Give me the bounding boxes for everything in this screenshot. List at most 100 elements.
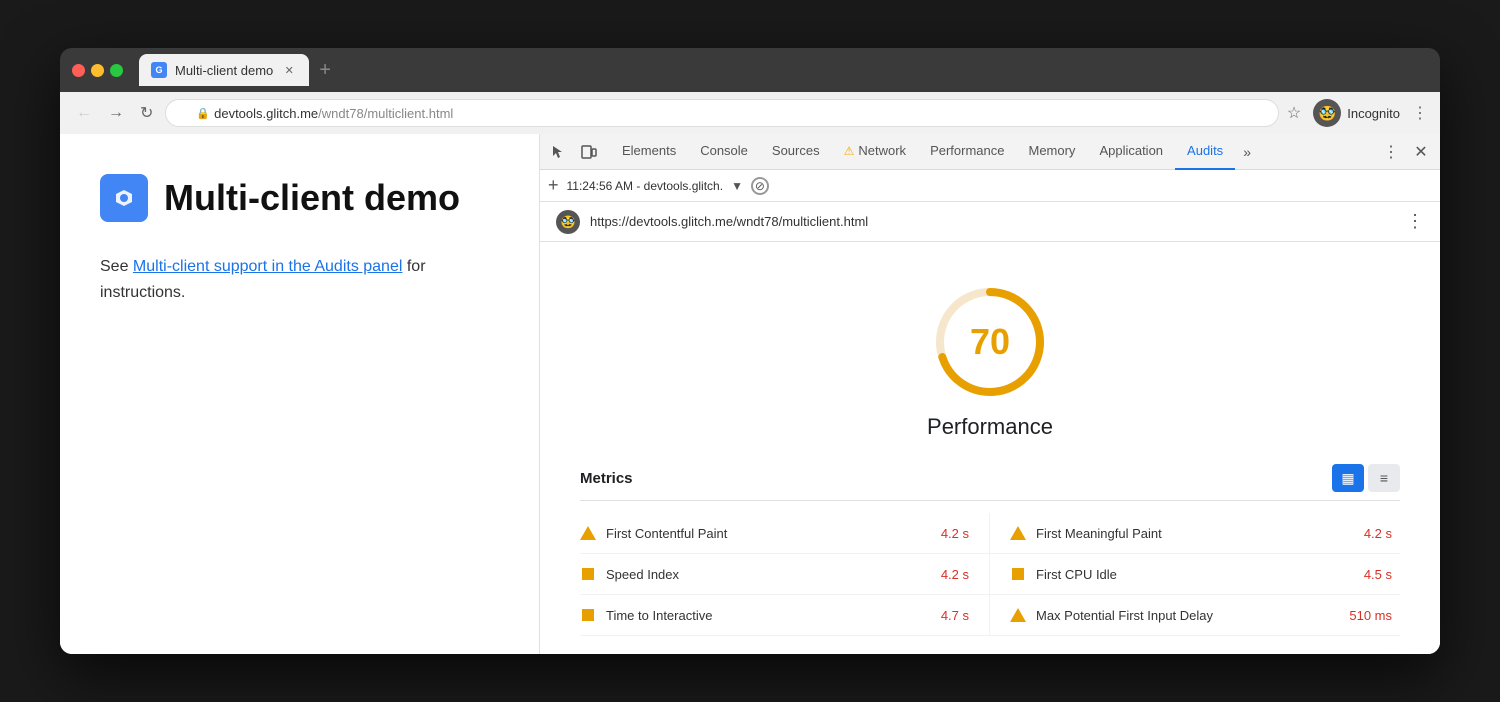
audit-timestamp: 11:24:56 AM - devtools.glitch. [567,179,724,193]
tab-title: Multi-client demo [175,63,273,78]
mpfid-name: Max Potential First Input Delay [1036,608,1339,623]
metrics-header: Metrics ▦ ≡ [580,464,1400,501]
address-bar: ← → ↻ 🔒 devtools.glitch.me/wndt78/multic… [60,92,1440,134]
audits-panel-link[interactable]: Multi-client support in the Audits panel [133,258,402,275]
tab-console[interactable]: Console [688,134,760,170]
tab-performance[interactable]: Performance [918,134,1016,170]
tti-icon [580,607,596,623]
maximize-traffic-light[interactable] [110,64,123,77]
incognito-icon: 🥸 [1313,99,1341,127]
glitch-logo [100,174,148,222]
title-bar: G Multi-client demo ✕ + [60,48,1440,92]
fcp-name: First Contentful Paint [606,526,931,541]
mpfid-value: 510 ms [1349,608,1392,623]
tab-console-label: Console [700,143,748,158]
metric-mpfid: Max Potential First Input Delay 510 ms [990,595,1400,636]
metric-tti: Time to Interactive 4.7 s [580,595,990,636]
tab-sources-label: Sources [772,143,820,158]
devtools-actions: ⋮ ✕ [1378,139,1434,165]
incognito-label: Incognito [1347,106,1400,121]
devtools-more-button[interactable]: ⋮ [1378,139,1404,165]
tab-audits[interactable]: Audits [1175,134,1235,170]
tab-favicon: G [151,62,167,78]
devtools-panel: Elements Console Sources ⚠ Network Perfo… [540,134,1440,654]
url-path: /wndt78/multiclient.html [318,106,453,121]
metrics-title: Metrics [580,470,633,487]
devtools-tabs: Elements Console Sources ⚠ Network Perfo… [610,134,1378,170]
address-text: devtools.glitch.me/wndt78/multiclient.ht… [214,106,453,121]
lock-icon: 🔒 [196,107,210,120]
tab-close-button[interactable]: ✕ [281,62,297,78]
triangle-icon-2 [1010,526,1026,540]
si-icon [580,566,596,582]
triangle-icon-3 [1010,608,1026,622]
devtools-close-button[interactable]: ✕ [1408,139,1434,165]
active-tab[interactable]: G Multi-client demo ✕ [139,54,309,86]
page-content: Multi-client demo See Multi-client suppo… [60,134,540,654]
device-toolbar-icon[interactable] [576,139,602,165]
tab-elements[interactable]: Elements [610,134,688,170]
devtools-sub-toolbar: + 11:24:56 AM - devtools.glitch. ▼ ⊘ [540,170,1440,202]
tab-audits-label: Audits [1187,143,1223,158]
network-warning-icon: ⚠ [844,144,855,158]
audit-url-bar: 🥸 https://devtools.glitch.me/wndt78/mult… [540,202,1440,242]
page-header: Multi-client demo [100,174,499,222]
audit-url-more-button[interactable]: ⋮ [1406,211,1424,232]
close-traffic-light[interactable] [72,64,85,77]
square-icon-3 [582,609,594,621]
refresh-button[interactable]: ↻ [136,99,157,127]
audit-url-favicon: 🥸 [556,210,580,234]
cursor-svg [551,144,567,160]
add-audit-button[interactable]: + [548,175,559,196]
incognito-button[interactable]: 🥸 Incognito [1313,99,1400,127]
minimize-traffic-light[interactable] [91,64,104,77]
list-view-button[interactable]: ≡ [1368,464,1400,492]
tab-application-label: Application [1099,143,1163,158]
forward-button[interactable]: → [104,100,128,126]
grid-view-button[interactable]: ▦ [1332,464,1364,492]
metric-fmp: First Meaningful Paint 4.2 s [990,513,1400,554]
score-section: 70 Performance [570,262,1410,464]
star-icon[interactable]: ☆ [1287,103,1301,123]
metrics-grid: First Contentful Paint 4.2 s First Meani… [580,513,1400,636]
triangle-icon [580,526,596,540]
metrics-section: Metrics ▦ ≡ First Contentful Paint [570,464,1410,636]
tab-memory[interactable]: Memory [1016,134,1087,170]
fcp-icon [580,525,596,541]
devtools-icon-group [546,139,602,165]
metric-si: Speed Index 4.2 s [580,554,990,595]
fmp-value: 4.2 s [1364,526,1392,541]
score-number: 70 [970,321,1010,363]
url-domain: devtools.glitch.me [214,106,318,121]
tab-network-label: Network [858,143,906,158]
back-button[interactable]: ← [72,100,96,126]
nav-icons: ☆ 🥸 Incognito ⋮ [1287,99,1428,127]
tab-sources[interactable]: Sources [760,134,832,170]
si-name: Speed Index [606,567,931,582]
tti-value: 4.7 s [941,608,969,623]
metric-fci: First CPU Idle 4.5 s [990,554,1400,595]
main-area: Multi-client demo See Multi-client suppo… [60,134,1440,654]
browser-more-button[interactable]: ⋮ [1412,103,1428,123]
metrics-view-toggle: ▦ ≡ [1332,464,1400,492]
tab-memory-label: Memory [1028,143,1075,158]
mpfid-icon [1010,607,1026,623]
address-input[interactable]: 🔒 devtools.glitch.me/wndt78/multiclient.… [165,99,1278,127]
devtools-toolbar: Elements Console Sources ⚠ Network Perfo… [540,134,1440,170]
tab-elements-label: Elements [622,143,676,158]
traffic-lights [72,64,123,77]
audit-content: 70 Performance Metrics ▦ ≡ [540,242,1440,654]
more-tabs-button[interactable]: » [1235,144,1259,160]
fcp-value: 4.2 s [941,526,969,541]
page-description: See Multi-client support in the Audits p… [100,254,499,305]
select-element-icon[interactable] [546,139,572,165]
tti-name: Time to Interactive [606,608,931,623]
device-svg [581,144,597,160]
audit-dropdown[interactable]: ▼ [731,179,743,193]
tab-application[interactable]: Application [1087,134,1175,170]
new-tab-button[interactable]: + [313,59,337,82]
description-before-link: See [100,258,133,275]
tab-network[interactable]: ⚠ Network [832,134,918,170]
page-title: Multi-client demo [164,177,460,219]
audit-block-button[interactable]: ⊘ [751,177,769,195]
